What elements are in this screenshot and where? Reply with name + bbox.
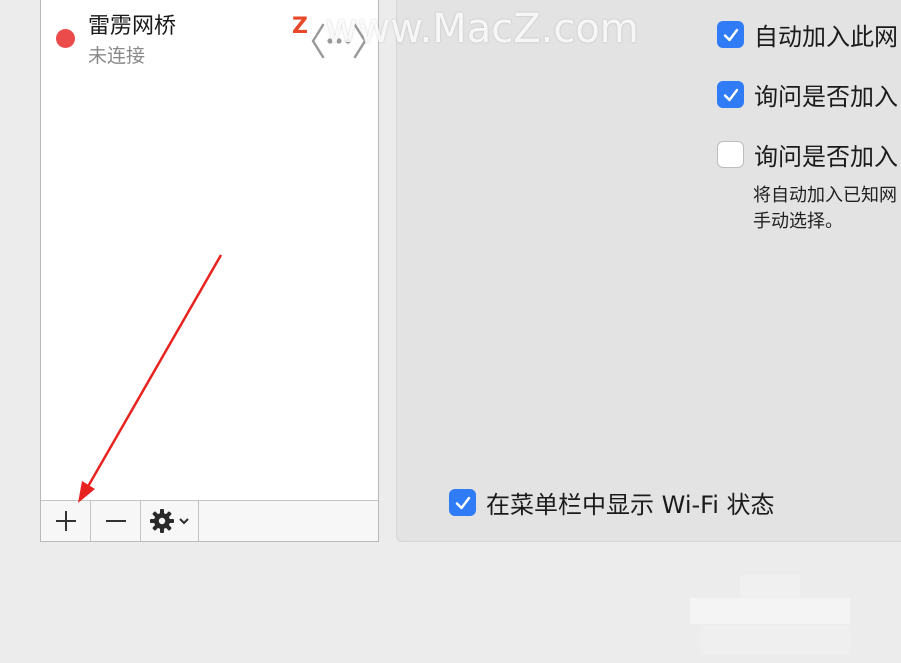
- auto-join-checkbox[interactable]: [717, 21, 744, 48]
- blurred-region: [690, 598, 850, 624]
- auto-join-label: 自动加入此网: [754, 23, 898, 51]
- status-dot-icon: [56, 29, 75, 48]
- add-service-button[interactable]: [41, 501, 91, 541]
- show-menubar-checkbox[interactable]: [449, 489, 476, 516]
- ask-join-label: 询问是否加入: [754, 83, 898, 111]
- minus-icon: [105, 520, 126, 522]
- network-service-list: 雷雳网桥 未连接: [40, 0, 379, 542]
- show-menubar-label: 在菜单栏中显示 Wi-Fi 状态: [486, 491, 775, 519]
- ask-hotspot-label: 询问是否加入: [754, 143, 898, 171]
- service-name: 雷雳网桥: [88, 14, 177, 39]
- ask-join-checkbox[interactable]: [717, 81, 744, 108]
- plus-icon: [55, 511, 76, 531]
- show-menubar-option[interactable]: 在菜单栏中显示 Wi-Fi 状态: [449, 485, 775, 520]
- action-menu-button[interactable]: [141, 501, 199, 541]
- remove-service-button[interactable]: [91, 501, 141, 541]
- auto-join-option[interactable]: 自动加入此网: [717, 17, 898, 52]
- ask-hotspot-option[interactable]: 询问是否加入: [717, 137, 898, 172]
- gear-icon: [150, 509, 174, 533]
- option-note-line-1: 将自动加入已知网: [753, 185, 897, 206]
- ask-join-option[interactable]: 询问是否加入: [717, 77, 898, 112]
- blurred-region: [740, 575, 800, 597]
- blurred-region: [700, 625, 850, 655]
- watermark-logo: Z: [282, 8, 318, 44]
- ask-hotspot-checkbox[interactable]: [717, 141, 744, 168]
- checkmark-icon: [455, 496, 470, 509]
- service-list-toolbar: [41, 500, 378, 541]
- chevron-down-icon: [179, 518, 189, 525]
- service-status: 未连接: [88, 45, 146, 67]
- watermark-text: www.MacZ.com: [325, 6, 639, 52]
- checkmark-icon: [723, 88, 738, 101]
- checkmark-icon: [723, 28, 738, 41]
- option-note-line-2: 手动选择。: [753, 211, 843, 232]
